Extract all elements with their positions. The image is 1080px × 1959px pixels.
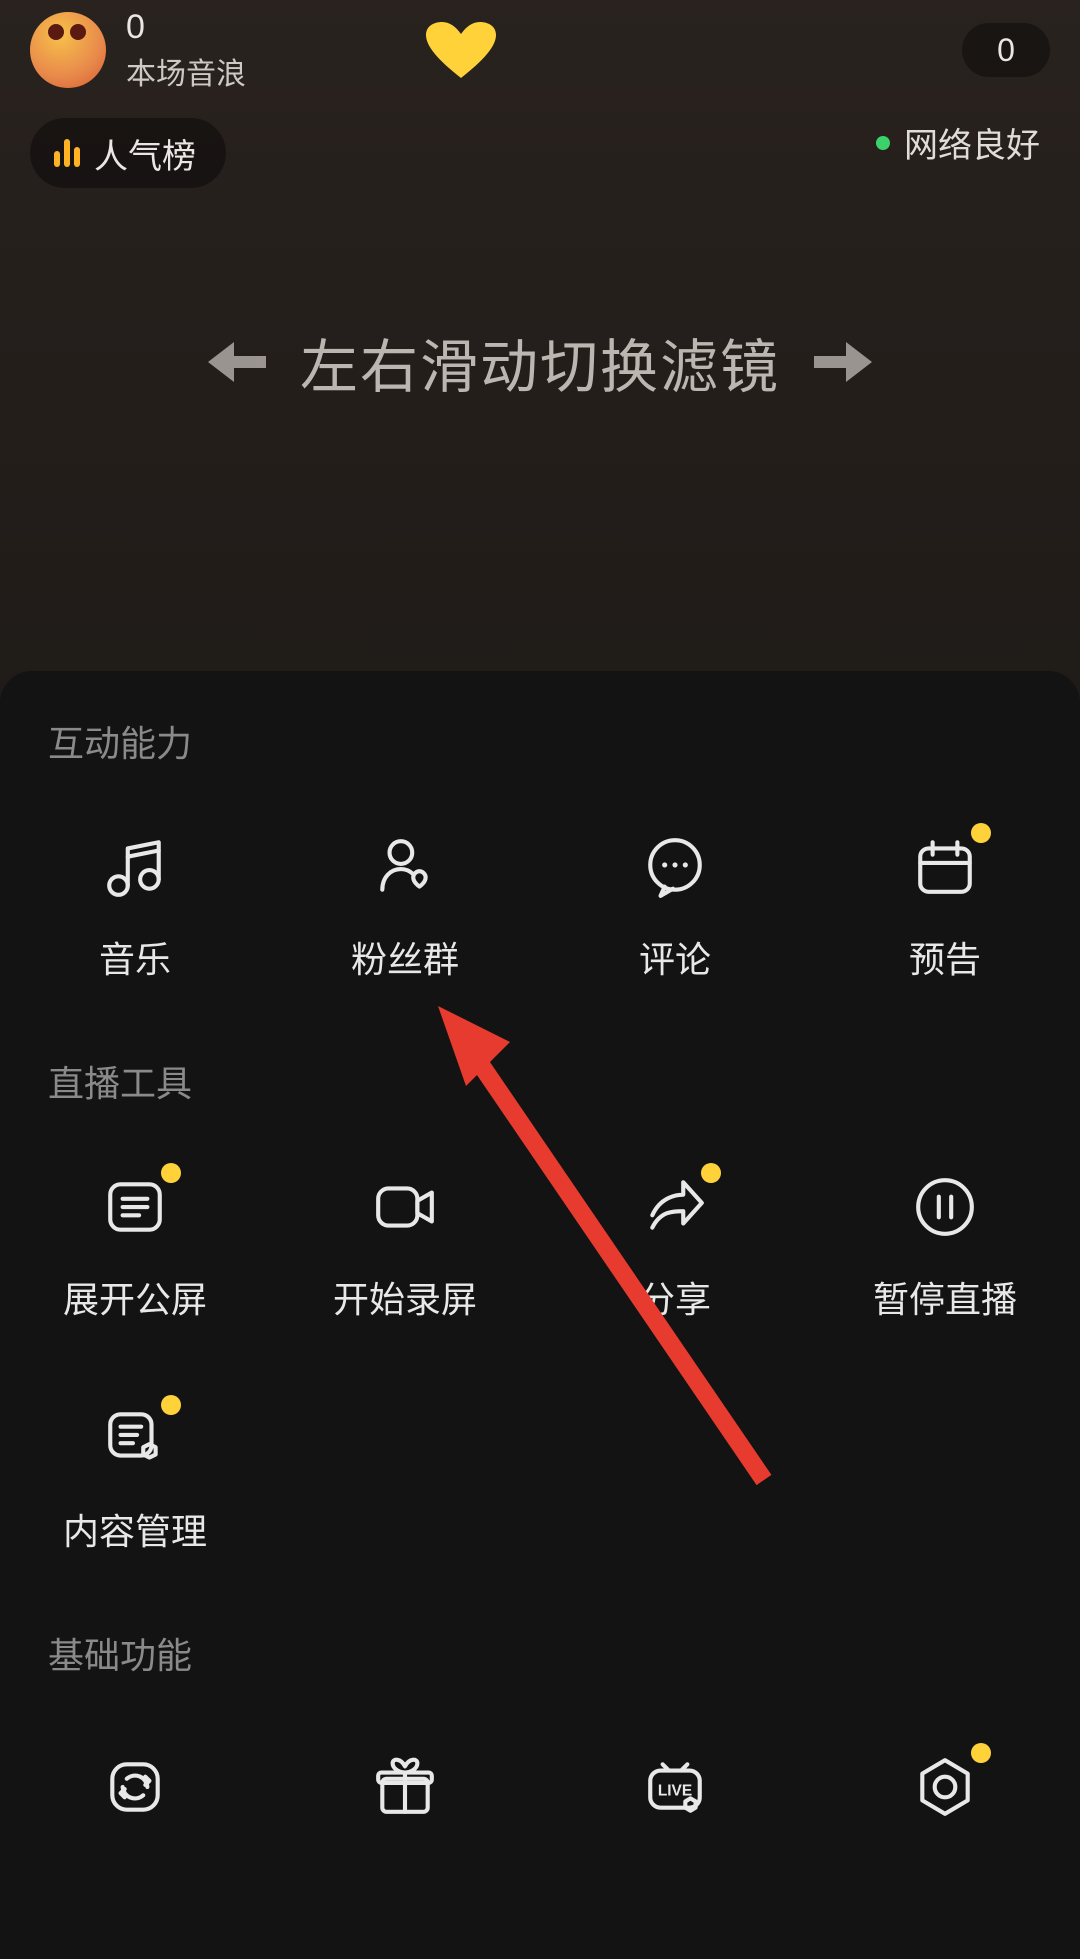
notification-dot <box>161 1163 181 1183</box>
tile-pause-live[interactable]: 暂停直播 <box>810 1133 1080 1365</box>
tile-label: 分享 <box>639 1271 711 1323</box>
tile-gift[interactable] <box>270 1713 540 1823</box>
pause-icon <box>909 1171 981 1243</box>
camera-icon <box>369 1171 441 1243</box>
gift-icon <box>369 1751 441 1823</box>
tile-start-record[interactable]: 开始录屏 <box>270 1133 540 1365</box>
wave-count: 0 <box>126 8 246 47</box>
popularity-rank-pill[interactable]: 人气榜 <box>30 118 226 188</box>
arrow-right-icon <box>814 342 872 382</box>
network-label: 网络良好 <box>904 118 1040 167</box>
network-dot-icon <box>876 136 890 150</box>
like-heart-icon[interactable] <box>426 22 496 78</box>
tile-music[interactable]: 音乐 <box>0 793 270 1025</box>
gear-icon <box>909 1751 981 1823</box>
fan-group-icon <box>369 831 441 903</box>
arrow-left-icon <box>208 342 266 382</box>
tile-label: 预告 <box>909 931 981 983</box>
tile-expand-screen[interactable]: 展开公屏 <box>0 1133 270 1365</box>
tile-label: 评论 <box>639 931 711 983</box>
tile-comment[interactable]: 评论 <box>540 793 810 1025</box>
swipe-hint-text: 左右滑动切换滤镜 <box>300 320 780 404</box>
tools-bottom-sheet[interactable]: 互动能力 音乐 粉丝群 评论 预告 直 <box>0 671 1080 1959</box>
section-title-tools: 直播工具 <box>0 1055 1080 1107</box>
tile-label: 开始录屏 <box>333 1271 477 1323</box>
notification-dot <box>701 1163 721 1183</box>
tile-label: 暂停直播 <box>873 1271 1017 1323</box>
notification-dot <box>971 1743 991 1763</box>
music-icon <box>99 831 171 903</box>
tile-fan-group[interactable]: 粉丝群 <box>270 793 540 1025</box>
viewer-count-badge[interactable]: 0 <box>962 23 1050 77</box>
live-set-icon: LIVE <box>639 1751 711 1823</box>
network-status: 网络良好 <box>876 118 1040 167</box>
calendar-icon <box>909 831 981 903</box>
popularity-label: 人气榜 <box>94 129 196 178</box>
svg-text:LIVE: LIVE <box>658 1782 692 1799</box>
tile-share[interactable]: 分享 <box>540 1133 810 1365</box>
tile-label: 内容管理 <box>63 1503 207 1555</box>
bars-icon <box>54 139 80 167</box>
section-title-interact: 互动能力 <box>0 715 1080 767</box>
tile-schedule[interactable]: 预告 <box>810 793 1080 1025</box>
tile-basic-settings[interactable] <box>810 1713 1080 1823</box>
tile-label: 粉丝群 <box>351 931 459 983</box>
flip-icon <box>99 1751 171 1823</box>
tile-flip-camera[interactable] <box>0 1713 270 1823</box>
viewer-count-value: 0 <box>997 32 1015 69</box>
tile-content-management[interactable]: 内容管理 <box>0 1365 270 1597</box>
content-icon <box>99 1403 171 1475</box>
streamer-avatar[interactable] <box>30 12 106 88</box>
notification-dot <box>161 1395 181 1415</box>
section-title-basic: 基础功能 <box>0 1627 1080 1679</box>
tile-label: 音乐 <box>99 931 171 983</box>
live-hud-top: 0 本场音浪 0 人气榜 网络良好 <box>0 0 1080 188</box>
filter-swipe-hint: 左右滑动切换滤镜 <box>0 320 1080 404</box>
share-icon <box>639 1171 711 1243</box>
notification-dot <box>971 823 991 843</box>
tile-live-settings[interactable]: LIVE <box>540 1713 810 1823</box>
comment-icon <box>639 831 711 903</box>
list-icon <box>99 1171 171 1243</box>
wave-label: 本场音浪 <box>126 49 246 93</box>
tile-label: 展开公屏 <box>63 1271 207 1323</box>
